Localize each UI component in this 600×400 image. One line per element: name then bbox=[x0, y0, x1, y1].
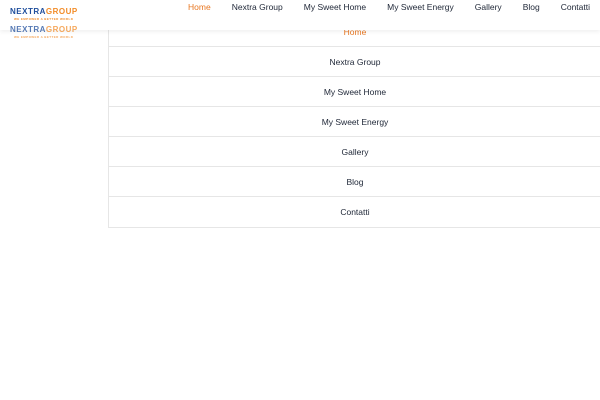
main-navigation: Home Nextra Group My Sweet Home My Sweet… bbox=[167, 0, 590, 14]
nav-item-contatti[interactable]: Contatti bbox=[561, 2, 590, 12]
logo-wordmark-duplicate: NEXTRAGROUP bbox=[10, 25, 78, 34]
logo-tagline: WE EMPOWER A BETTER WORLD bbox=[14, 17, 74, 21]
mobile-menu-panel: Home Nextra Group My Sweet Home My Sweet… bbox=[108, 17, 600, 228]
nav-item-nextra-group[interactable]: Nextra Group bbox=[232, 2, 283, 12]
menu-item-my-sweet-energy[interactable]: My Sweet Energy bbox=[109, 107, 600, 137]
brand-logo[interactable]: NEXTRAGROUP WE EMPOWER A BETTER WORLD bbox=[10, 7, 96, 21]
nav-item-my-sweet-home[interactable]: My Sweet Home bbox=[304, 2, 366, 12]
menu-item-my-sweet-home[interactable]: My Sweet Home bbox=[109, 77, 600, 107]
nav-item-blog[interactable]: Blog bbox=[523, 2, 540, 12]
nav-item-gallery[interactable]: Gallery bbox=[475, 2, 502, 12]
menu-item-contatti[interactable]: Contatti bbox=[109, 197, 600, 227]
nav-item-my-sweet-energy[interactable]: My Sweet Energy bbox=[387, 2, 454, 12]
logo-name-part1: NEXTRA bbox=[10, 7, 46, 16]
logo-name-part2: GROUP bbox=[45, 7, 78, 16]
nav-item-home[interactable]: Home bbox=[188, 2, 211, 12]
menu-item-nextra-group[interactable]: Nextra Group bbox=[109, 47, 600, 77]
menu-item-gallery[interactable]: Gallery bbox=[109, 137, 600, 167]
brand-logo-duplicate[interactable]: NEXTRAGROUP WE EMPOWER A BETTER WORLD bbox=[10, 25, 96, 39]
logo-name-part2-duplicate: GROUP bbox=[45, 25, 78, 34]
logo-wordmark: NEXTRAGROUP bbox=[10, 7, 78, 16]
menu-item-blog[interactable]: Blog bbox=[109, 167, 600, 197]
logo-name-part1-duplicate: NEXTRA bbox=[10, 25, 46, 34]
logo-tagline-duplicate: WE EMPOWER A BETTER WORLD bbox=[14, 35, 74, 39]
